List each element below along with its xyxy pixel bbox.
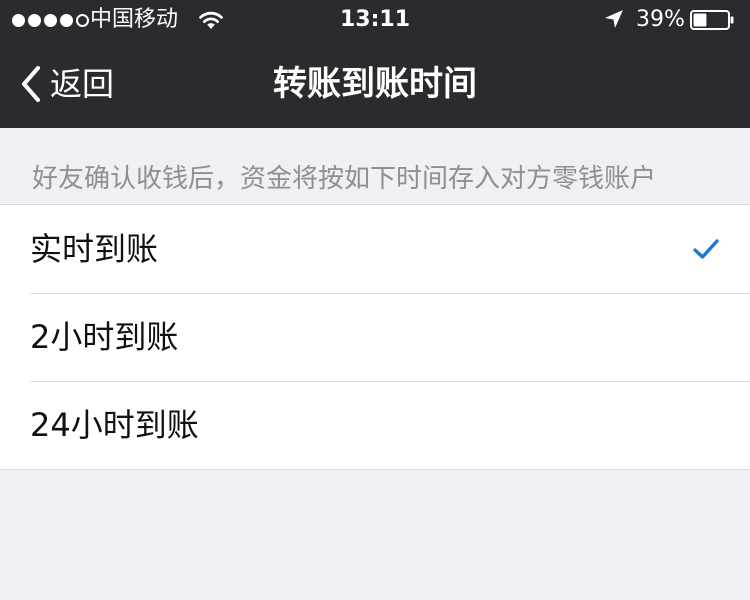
location-arrow-icon: [605, 10, 623, 28]
screen: 中国移动 13:11 39% 返回 转账到账时间 好友确认收钱后，资金将按如下时…: [0, 0, 750, 600]
option-2-hours[interactable]: 2小时到账: [0, 293, 750, 381]
option-realtime[interactable]: 实时到账: [0, 205, 750, 293]
option-label: 24小时到账: [30, 406, 199, 444]
battery-fill: [693, 13, 707, 27]
checkmark-icon: [693, 239, 719, 259]
arrival-time-options: 实时到账 2小时到账 24小时到账: [0, 204, 750, 470]
battery-icon: [690, 10, 734, 30]
top-bar: 中国移动 13:11 39% 返回 转账到账时间: [0, 0, 750, 128]
section-hint: 好友确认收钱后，资金将按如下时间存入对方零钱账户: [32, 164, 657, 194]
battery-percent: 39%: [636, 7, 685, 32]
navigation-bar: 返回 转账到账时间: [0, 40, 750, 128]
option-label: 实时到账: [30, 230, 159, 268]
option-label: 2小时到账: [30, 318, 179, 356]
page-title: 转账到账时间: [273, 64, 477, 104]
status-bar: 中国移动 13:11 39%: [0, 0, 750, 40]
option-24-hours[interactable]: 24小时到账: [0, 381, 750, 469]
